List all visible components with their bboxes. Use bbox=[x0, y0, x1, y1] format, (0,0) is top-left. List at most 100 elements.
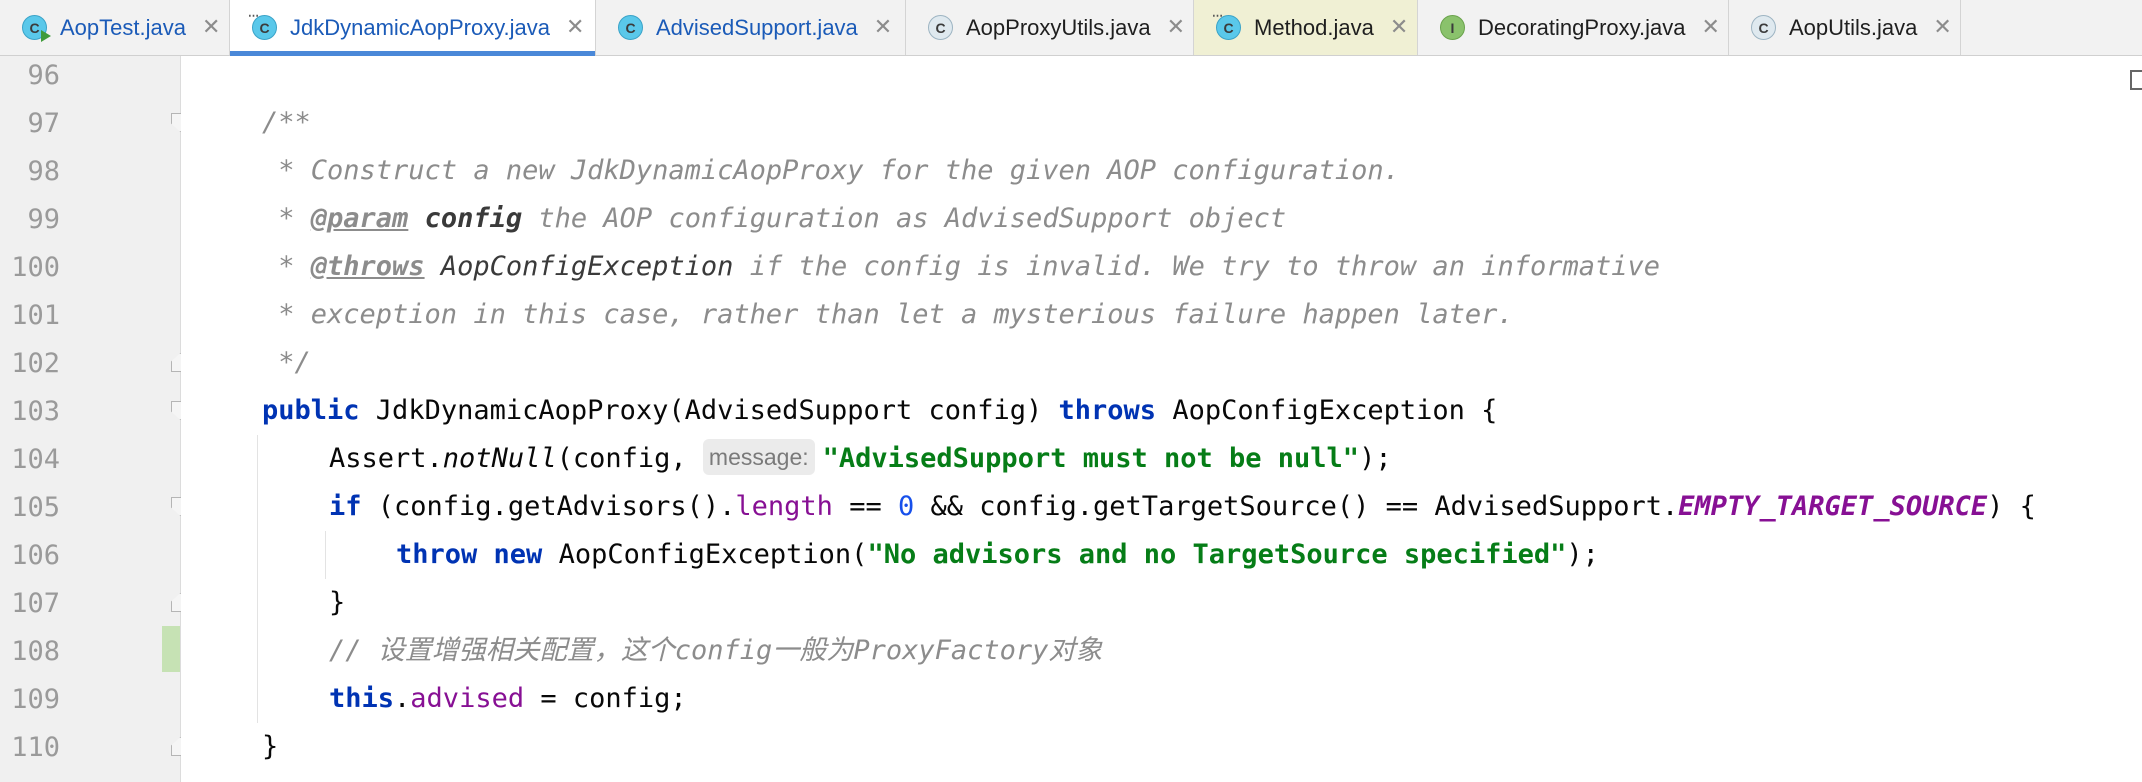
code-line-108: // 设置增强相关配置，这个config一般为ProxyFactory对象 bbox=[329, 627, 1102, 675]
line-number: 106 bbox=[11, 540, 60, 571]
code-text: AopConfigException( bbox=[542, 539, 868, 570]
line-number: 109 bbox=[11, 684, 60, 715]
string-literal: "No advisors and no TargetSource specifi… bbox=[867, 539, 1567, 570]
close-icon[interactable]: ✕ bbox=[1167, 15, 1185, 40]
comment-text: the AOP configuration as AdvisedSupport … bbox=[522, 203, 1287, 234]
tab-label: AopProxyUtils.java bbox=[966, 14, 1151, 40]
comment-text: config bbox=[674, 635, 773, 666]
code-line-98: * Construct a new JdkDynamicAopProxy for… bbox=[262, 155, 1400, 186]
code-text: JdkDynamicAopProxy(AdvisedSupport config… bbox=[359, 395, 1059, 426]
java-class-icon: C bbox=[618, 15, 643, 40]
code-line-101: * exception in this case, rather than le… bbox=[262, 299, 1514, 330]
code-line-106: throw new AopConfigException("No advisor… bbox=[396, 531, 1599, 579]
code-text: (config.getAdvisors(). bbox=[361, 491, 736, 522]
comment-text: * bbox=[262, 203, 311, 234]
java-test-class-icon: C bbox=[22, 15, 51, 42]
close-icon[interactable]: ✕ bbox=[566, 15, 584, 40]
comment-text: 一般为 bbox=[772, 635, 854, 666]
comment-text: // 设置增强相关配置，这个 bbox=[329, 635, 675, 666]
parameter-hint: message: bbox=[702, 439, 815, 475]
code-line-102: */ bbox=[262, 347, 311, 378]
line-number: 97 bbox=[27, 108, 60, 139]
java-abstract-class-icon: C bbox=[928, 15, 953, 40]
java-class-icon: C ⋯ bbox=[248, 11, 277, 40]
indent-guide bbox=[325, 531, 326, 579]
line-number: 102 bbox=[11, 348, 60, 379]
close-icon[interactable]: ✕ bbox=[1390, 15, 1408, 40]
code-text: AopConfigException { bbox=[1156, 395, 1498, 426]
comment-text: 对象 bbox=[1048, 635, 1103, 666]
comment-text: * bbox=[262, 251, 311, 282]
close-icon[interactable]: ✕ bbox=[1933, 15, 1951, 40]
tab-jdkdynamicaopproxy[interactable]: C ⋯ JdkDynamicAopProxy.java ✕ bbox=[230, 0, 596, 56]
keyword: throw bbox=[396, 539, 478, 570]
method-name[interactable]: notNull bbox=[443, 443, 557, 474]
tab-aoputils[interactable]: C AopUtils.java ✕ bbox=[1729, 0, 1961, 55]
close-icon[interactable]: ✕ bbox=[874, 15, 892, 40]
javadoc-tag: @param bbox=[310, 203, 409, 234]
tab-advisedsupport[interactable]: C AdvisedSupport.java ✕ bbox=[596, 0, 906, 55]
tab-aoptest[interactable]: C AopTest.java ✕ bbox=[0, 0, 230, 55]
tab-decoratingproxy[interactable]: I DecoratingProxy.java ✕ bbox=[1418, 0, 1729, 55]
code-line-103: public JdkDynamicAopProxy(AdvisedSupport… bbox=[262, 387, 1497, 435]
line-number: 108 bbox=[11, 636, 60, 667]
code-line-104: Assert.notNull(config, message: "AdvisedS… bbox=[329, 435, 1392, 483]
string-literal: "AdvisedSupport must not be null" bbox=[822, 443, 1360, 474]
code-text: = config; bbox=[524, 683, 687, 714]
tab-label: Method.java bbox=[1254, 14, 1374, 40]
reader-mode-icon[interactable] bbox=[2130, 70, 2142, 90]
line-number: 99 bbox=[27, 204, 60, 235]
editor-tab-bar: C AopTest.java ✕ C ⋯ JdkDynamicAopProxy.j… bbox=[0, 0, 2142, 56]
java-abstract-class-icon: C bbox=[1751, 15, 1776, 40]
code-line-100: * @throws AopConfigException if the conf… bbox=[262, 243, 1660, 291]
static-field-name[interactable]: EMPTY_TARGET_SOURCE bbox=[1678, 491, 1987, 522]
tab-method[interactable]: C ⋯ Method.java ✕ bbox=[1194, 0, 1418, 55]
line-number: 110 bbox=[11, 732, 60, 763]
code-line-99: * @param config the AOP configuration as… bbox=[262, 195, 1286, 243]
code-line-110: } bbox=[262, 731, 279, 762]
indent-guide bbox=[257, 435, 258, 723]
line-number: 101 bbox=[11, 300, 60, 331]
field-name: advised bbox=[410, 683, 525, 714]
line-number: 98 bbox=[27, 156, 60, 187]
code-text: ); bbox=[1359, 443, 1392, 474]
line-number: 107 bbox=[11, 588, 60, 619]
number-literal: 0 bbox=[897, 491, 915, 522]
javadoc-param-name: config bbox=[424, 203, 523, 234]
keyword: if bbox=[329, 491, 362, 522]
tab-label: AopUtils.java bbox=[1789, 14, 1918, 40]
code-line-109: this.advised = config; bbox=[329, 675, 687, 723]
java-interface-icon: I bbox=[1440, 15, 1465, 40]
code-line-107: } bbox=[329, 587, 346, 618]
close-icon[interactable]: ✕ bbox=[202, 15, 220, 40]
code-text: (config, bbox=[556, 443, 703, 474]
code-text: . bbox=[394, 683, 411, 714]
javadoc-reference[interactable]: AopConfigException bbox=[441, 251, 734, 282]
keyword: public bbox=[262, 395, 360, 426]
close-icon[interactable]: ✕ bbox=[1701, 15, 1719, 40]
code-line-97: /** bbox=[262, 107, 311, 138]
keyword: throws bbox=[1058, 395, 1157, 426]
tab-aopproxyutils[interactable]: C AopProxyUtils.java ✕ bbox=[906, 0, 1194, 55]
javadoc-tag: @throws bbox=[310, 251, 425, 282]
java-class-icon: C ⋯ bbox=[1212, 11, 1241, 40]
line-number: 103 bbox=[11, 396, 60, 427]
vcs-change-marker[interactable] bbox=[162, 626, 180, 672]
keyword: this bbox=[329, 683, 395, 714]
editor-gutter[interactable]: 96 97 98 99 100 101 102 103 104 105 106 … bbox=[0, 56, 181, 782]
line-number: 105 bbox=[11, 492, 60, 523]
comment-text: if the config is invalid. We try to thro… bbox=[733, 251, 1661, 282]
comment-text: ProxyFactory bbox=[853, 635, 1049, 666]
line-number: 96 bbox=[27, 60, 60, 91]
code-text: ); bbox=[1566, 539, 1599, 570]
tab-label: AdvisedSupport.java bbox=[656, 14, 858, 40]
field-name: length bbox=[735, 491, 833, 522]
code-text: Assert. bbox=[329, 443, 443, 474]
code-text: == bbox=[832, 491, 898, 522]
keyword: new bbox=[493, 539, 543, 570]
tab-label: JdkDynamicAopProxy.java bbox=[290, 14, 551, 40]
line-number: 100 bbox=[11, 252, 60, 283]
code-line-105: if (config.getAdvisors().length == 0 && … bbox=[329, 483, 2036, 531]
tab-label: DecoratingProxy.java bbox=[1478, 14, 1686, 40]
line-number: 104 bbox=[11, 444, 60, 475]
